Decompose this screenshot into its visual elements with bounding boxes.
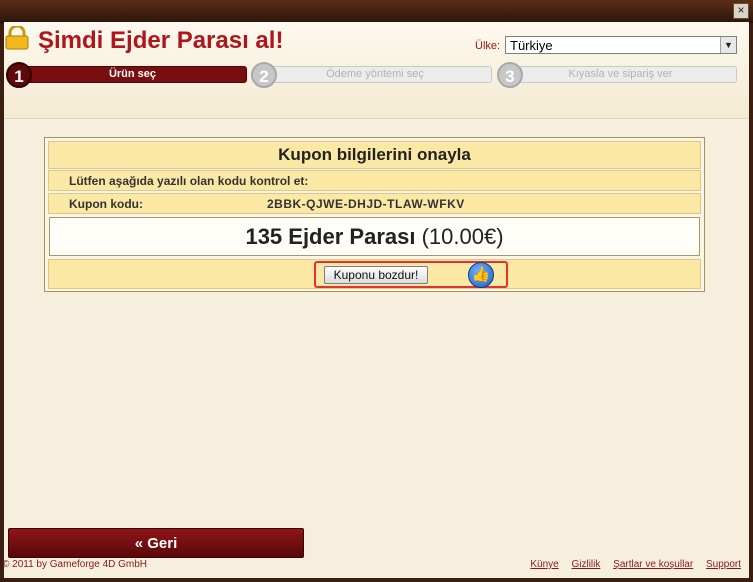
coupon-code-label: Kupon kodu:	[69, 197, 143, 211]
coupon-panel: Kupon bilgilerini onayla Lütfen aşağıda …	[44, 137, 705, 292]
window-frame: × Şimdi Ejder Parası al! Ülke: Türkiye ▼…	[0, 0, 753, 582]
footer-link-support[interactable]: Support	[706, 559, 741, 570]
step-number-2: 2	[251, 62, 277, 88]
step-number-1: 1	[6, 62, 32, 88]
country-select[interactable]: Türkiye ▼	[505, 36, 737, 54]
page-title: Şimdi Ejder Parası al!	[38, 27, 284, 54]
thumbs-up-icon: 👍	[468, 262, 494, 288]
header: Şimdi Ejder Parası al! Ülke: Türkiye ▼ Ü…	[4, 22, 749, 119]
amount-value: 135 Ejder Parası	[245, 224, 416, 249]
dialog-body: Şimdi Ejder Parası al! Ülke: Türkiye ▼ Ü…	[4, 22, 749, 578]
coupon-instruction: Lütfen aşağıda yazılı olan kodu kontrol …	[48, 170, 701, 191]
footer-link-privacy[interactable]: Gizlilik	[571, 559, 600, 570]
footer-link-imprint[interactable]: Künye	[530, 559, 558, 570]
coupon-amount: 135 Ejder Parası (10.00€)	[49, 217, 700, 256]
copyright: © 2011 by Gameforge 4D GmbH	[2, 559, 148, 570]
step-label: Ürün seç	[108, 68, 157, 80]
coupon-heading: Kupon bilgilerini onayla	[48, 141, 701, 169]
footer-link-terms[interactable]: Şartlar ve koşullar	[613, 559, 693, 570]
close-button[interactable]: ×	[733, 3, 749, 19]
step-2-payment: Ödeme yöntemi seç	[258, 66, 492, 83]
step-label: Ödeme yöntemi seç	[326, 68, 424, 80]
country-value: Türkiye	[510, 38, 553, 53]
lock-icon	[5, 26, 29, 50]
coupon-code-value: 2BBK-QJWE-DHJD-TLAW-WFKV	[267, 197, 465, 211]
coupon-code-row: Kupon kodu: 2BBK-QJWE-DHJD-TLAW-WFKV	[48, 193, 701, 214]
step-3-order: Kıyasla ve sipariş ver	[504, 66, 737, 83]
back-button[interactable]: « Geri	[8, 528, 304, 558]
redeem-row: Kuponu bozdur! 👍	[48, 259, 701, 289]
amount-price: (10.00€)	[421, 224, 504, 249]
redeem-button[interactable]: Kuponu bozdur!	[324, 266, 428, 284]
step-1-product: Ürün seç	[18, 66, 247, 83]
chevron-down-icon[interactable]: ▼	[720, 37, 736, 53]
footer-links: Künye Gizlilik Şartlar ve koşullar Suppo…	[520, 559, 741, 570]
step-number-3: 3	[497, 62, 523, 88]
step-label: Kıyasla ve sipariş ver	[568, 68, 673, 80]
country-label: Ülke:	[475, 40, 501, 52]
window-titlebar: ×	[0, 0, 753, 23]
footer: © 2011 by Gameforge 4D GmbH Künye Gizlil…	[2, 559, 749, 575]
